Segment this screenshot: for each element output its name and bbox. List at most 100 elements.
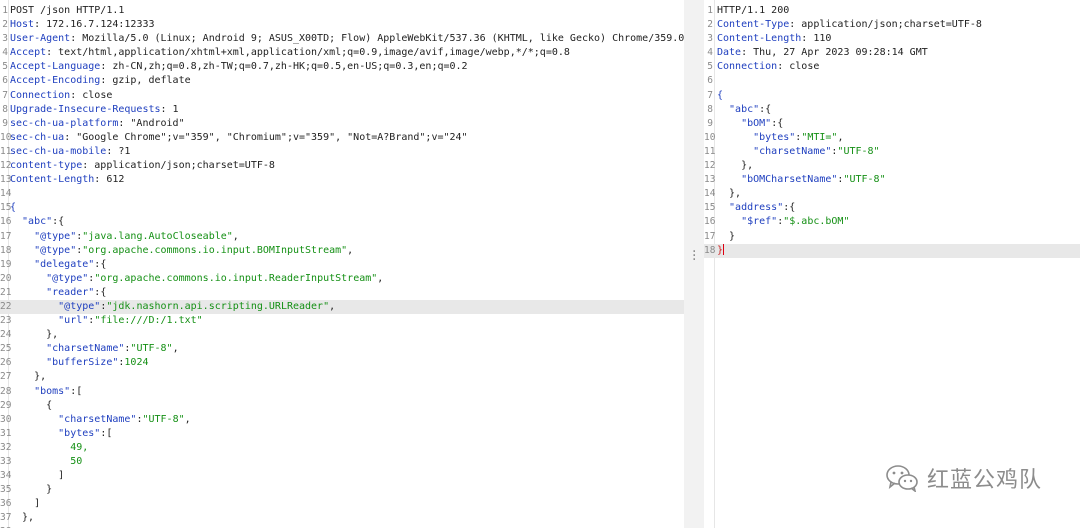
line-number: 33 xyxy=(0,456,12,467)
line-text: { xyxy=(10,201,16,215)
token: "abc" xyxy=(10,216,53,228)
code-line[interactable]: 3 Content-Length: 110 xyxy=(704,32,1080,46)
code-line[interactable]: 10 sec-ch-ua: "Google Chrome";v="359", "C… xyxy=(0,131,684,145)
token: HTTP/1.1 200 xyxy=(717,5,790,16)
line-number: 4 xyxy=(2,47,8,59)
line-text: "reader":{ xyxy=(10,286,106,300)
token: Date xyxy=(717,47,742,59)
token: : "Google Chrome";v="359", "Chromium";v=… xyxy=(64,131,468,143)
token: : zh-CN,zh;q=0.8,zh-TW;q=0.7,zh-HK;q=0.5… xyxy=(100,61,468,73)
code-line[interactable]: 8 "abc":{ xyxy=(704,103,1080,117)
code-line[interactable]: 9 sec-ch-ua-platform: "Android" xyxy=(0,117,684,131)
code-line[interactable]: 34 ] xyxy=(0,469,684,483)
line-number: 18 xyxy=(0,244,12,256)
line-number: 13 xyxy=(0,174,12,186)
code-line[interactable]: 11 sec-ch-ua-mobile: ?1 xyxy=(0,145,684,159)
line-number: 11 xyxy=(704,145,716,157)
request-text[interactable]: 1 POST /json HTTP/1.1 2 Host: 172.16.7.124:… xyxy=(0,4,684,528)
line-text: sec-ch-ua-platform: "Android" xyxy=(10,117,185,131)
code-line[interactable]: 21 "reader":{ xyxy=(0,286,684,300)
code-line[interactable]: 6 xyxy=(704,74,1080,88)
token: , xyxy=(837,131,844,143)
code-line[interactable]: 11 "charsetName":"UTF-8" xyxy=(704,145,1080,159)
token: , xyxy=(172,343,179,355)
code-line[interactable]: 32 49, xyxy=(0,441,684,455)
line-text: "delegate":{ xyxy=(10,258,106,272)
line-number: 16 xyxy=(0,216,12,228)
code-line[interactable]: 5 Connection: close xyxy=(704,60,1080,74)
code-line[interactable]: 31 "bytes":[ xyxy=(0,427,684,441)
code-line[interactable]: 29 { xyxy=(0,399,684,413)
token: }, xyxy=(10,329,59,341)
code-line[interactable]: 6 Accept-Encoding: gzip, deflate xyxy=(0,74,684,88)
line-number: 12 xyxy=(704,160,716,172)
text-cursor xyxy=(723,244,725,256)
code-line[interactable]: 37 }, xyxy=(0,511,684,525)
code-line[interactable]: 23 "url":"file:///D:/1.txt" xyxy=(0,314,684,328)
code-line[interactable]: 16 "$ref":"$.abc.bOM" xyxy=(704,215,1080,229)
code-line[interactable]: 10 "bytes":"MTI=", xyxy=(704,131,1080,145)
code-line[interactable]: 14 }, xyxy=(704,187,1080,201)
line-text: Content-Length: 612 xyxy=(10,173,124,187)
code-line[interactable]: 35 } xyxy=(0,483,684,497)
token: }, xyxy=(10,371,47,383)
response-text[interactable]: 1 HTTP/1.1 200 2 Content-Type: application/… xyxy=(704,4,1080,258)
line-text: Content-Length: 110 xyxy=(717,32,831,46)
watermark-text: 红蓝公鸡队 xyxy=(926,468,1042,493)
code-line[interactable]: 15 "address":{ xyxy=(704,201,1080,215)
code-line[interactable]: 20 "@type":"org.apache.commons.io.input.… xyxy=(0,272,684,286)
response-viewer-pane[interactable]: 1 HTTP/1.1 200 2 Content-Type: application/… xyxy=(704,0,1080,528)
code-line[interactable]: 16 "abc":{ xyxy=(0,215,684,229)
code-line[interactable]: 5 Accept-Language: zh-CN,zh;q=0.8,zh-TW;q… xyxy=(0,60,684,74)
line-number: 14 xyxy=(0,188,12,200)
line-text: }, xyxy=(717,159,753,173)
token: : 110 xyxy=(801,33,832,45)
code-line[interactable]: 17 } xyxy=(704,230,1080,244)
code-line[interactable]: 1 POST /json HTTP/1.1 xyxy=(0,4,684,18)
line-text: } xyxy=(10,483,52,497)
code-line[interactable]: 25 "charsetName":"UTF-8", xyxy=(0,342,684,356)
code-line[interactable]: 7{ xyxy=(704,89,1080,103)
code-line[interactable]: 2 Host: 172.16.7.124:12333 xyxy=(0,18,684,32)
code-line[interactable]: 3 User-Agent: Mozilla/5.0 (Linux; Android… xyxy=(0,32,684,46)
code-line[interactable]: 9 "bOM":{ xyxy=(704,117,1080,131)
code-line[interactable]: 36 ] xyxy=(0,497,684,511)
code-line[interactable]: 30 "charsetName":"UTF-8", xyxy=(0,413,684,427)
request-editor-pane[interactable]: 1 POST /json HTTP/1.1 2 Host: 172.16.7.124:… xyxy=(0,0,684,528)
code-line[interactable]: 22 "@type":"jdk.nashorn.api.scripting.UR… xyxy=(0,299,684,315)
code-line[interactable]: 18 "@type":"org.apache.commons.io.input.… xyxy=(0,244,684,258)
code-line[interactable]: 18} xyxy=(704,243,1080,258)
code-line[interactable]: 13 "bOMCharsetName":"UTF-8" xyxy=(704,173,1080,187)
code-line[interactable]: 4 Date: Thu, 27 Apr 2023 09:28:14 GMT xyxy=(704,46,1080,60)
code-line[interactable]: 26 "bufferSize":1024 xyxy=(0,356,684,370)
code-line[interactable]: 33 50 xyxy=(0,455,684,469)
token: 50 xyxy=(10,456,83,467)
line-text: "@type":"org.apache.commons.io.input.Rea… xyxy=(10,272,383,286)
line-text: "address":{ xyxy=(717,201,795,215)
line-number: 7 xyxy=(707,89,713,101)
code-line[interactable]: 13 Content-Length: 612 xyxy=(0,173,684,187)
code-line[interactable]: 2 Content-Type: application/json;charset=… xyxy=(704,18,1080,32)
splitter-grip-icon[interactable]: · · · xyxy=(692,245,696,267)
code-line[interactable]: 12 content-type: application/json;charset… xyxy=(0,159,684,173)
code-line[interactable]: 8 Upgrade-Insecure-Requests: 1 xyxy=(0,103,684,117)
code-line[interactable]: 28 "boms":[ xyxy=(0,385,684,399)
code-line[interactable]: 1 HTTP/1.1 200 xyxy=(704,4,1080,18)
token: sec-ch-ua-mobile xyxy=(10,145,107,157)
code-line[interactable]: 14 xyxy=(0,187,684,201)
line-text: "bOM":{ xyxy=(717,117,783,131)
token: Content-Length xyxy=(717,33,802,45)
token: "org.apache.commons.io.input.ReaderInput… xyxy=(94,272,378,284)
code-line[interactable]: 17 "@type":"java.lang.AutoCloseable", xyxy=(0,230,684,244)
line-text: 50 xyxy=(10,455,82,469)
token: : 1 xyxy=(160,103,179,115)
code-line[interactable]: 15{ xyxy=(0,201,684,215)
code-line[interactable]: 4 Accept: text/html,application/xhtml+xml… xyxy=(0,46,684,60)
code-line[interactable]: 24 }, xyxy=(0,328,684,342)
code-line[interactable]: 19 "delegate":{ xyxy=(0,258,684,272)
code-line[interactable]: 12 }, xyxy=(704,159,1080,173)
token: Content-Type xyxy=(717,19,790,31)
line-number: 32 xyxy=(0,441,12,453)
code-line[interactable]: 27 }, xyxy=(0,370,684,384)
code-line[interactable]: 7 Connection: close xyxy=(0,89,684,103)
